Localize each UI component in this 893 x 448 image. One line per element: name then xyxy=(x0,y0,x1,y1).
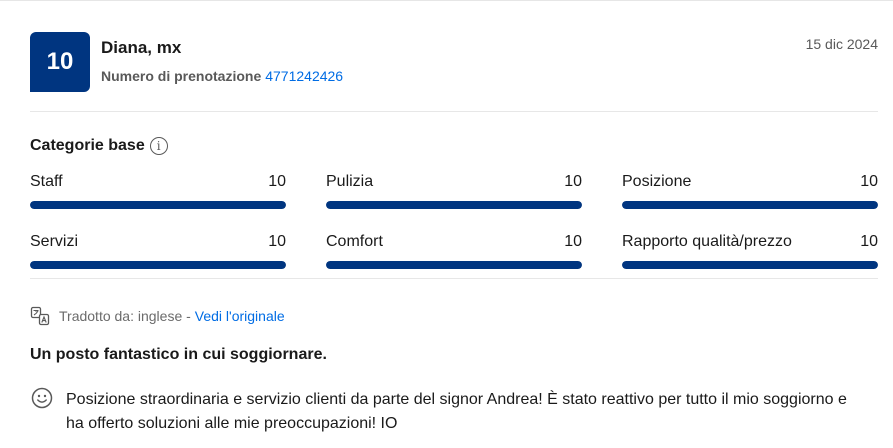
booking-info: Numero di prenotazione 4771242426 xyxy=(101,68,343,84)
category-label: Posizione xyxy=(622,173,692,190)
positive-review-text: Posizione straordinaria e servizio clien… xyxy=(66,391,847,432)
category-bar-fill xyxy=(30,201,286,209)
divider xyxy=(30,111,878,112)
divider xyxy=(30,278,878,279)
category-bar xyxy=(326,201,582,209)
category-bar xyxy=(30,261,286,269)
category-servizi: Servizi 10 xyxy=(30,233,286,269)
category-score: 10 xyxy=(268,173,286,190)
category-pulizia: Pulizia 10 xyxy=(326,173,582,209)
category-label: Staff xyxy=(30,173,63,190)
category-label: Rapporto qualità/prezzo xyxy=(622,233,792,250)
category-bar xyxy=(326,261,582,269)
translate-icon xyxy=(30,306,50,326)
category-posizione: Posizione 10 xyxy=(622,173,878,209)
category-score: 10 xyxy=(860,233,878,250)
category-value-for-money: Rapporto qualità/prezzo 10 xyxy=(622,233,878,269)
info-icon[interactable]: i xyxy=(149,137,168,155)
category-bar-fill xyxy=(622,201,878,209)
review-title: Un posto fantastico in cui soggiornare. xyxy=(30,346,327,363)
category-score: 10 xyxy=(268,233,286,250)
category-score: 10 xyxy=(860,173,878,190)
translation-text: Tradotto da: inglese - xyxy=(59,308,191,324)
category-comfort: Comfort 10 xyxy=(326,233,582,269)
categories-title: Categorie base i xyxy=(30,137,168,155)
smile-icon xyxy=(31,387,53,409)
review-date: 15 dic 2024 xyxy=(805,36,878,52)
category-label: Servizi xyxy=(30,233,79,250)
category-bar-fill xyxy=(326,261,582,269)
category-score: 10 xyxy=(564,173,582,190)
review-card: 10 Diana, mx Numero di prenotazione 47712… xyxy=(0,0,893,448)
score-badge: 10 xyxy=(30,32,90,92)
view-original-link[interactable]: Vedi l'originale xyxy=(195,308,285,324)
categories-title-text: Categorie base xyxy=(30,137,145,154)
category-bar-fill xyxy=(622,261,878,269)
translation-notice: Tradotto da: inglese - Vedi l'originale xyxy=(30,306,285,326)
category-staff: Staff 10 xyxy=(30,173,286,209)
category-score: 10 xyxy=(564,233,582,250)
category-bar xyxy=(30,201,286,209)
category-label: Comfort xyxy=(326,233,383,250)
category-label: Pulizia xyxy=(326,173,374,190)
reviewer-name: Diana, mx xyxy=(101,38,182,57)
category-bar xyxy=(622,201,878,209)
booking-label: Numero di prenotazione xyxy=(101,68,262,84)
booking-number[interactable]: 4771242426 xyxy=(265,68,343,84)
category-bar-fill xyxy=(326,201,582,209)
category-bar-fill xyxy=(30,261,286,269)
category-bar xyxy=(622,261,878,269)
